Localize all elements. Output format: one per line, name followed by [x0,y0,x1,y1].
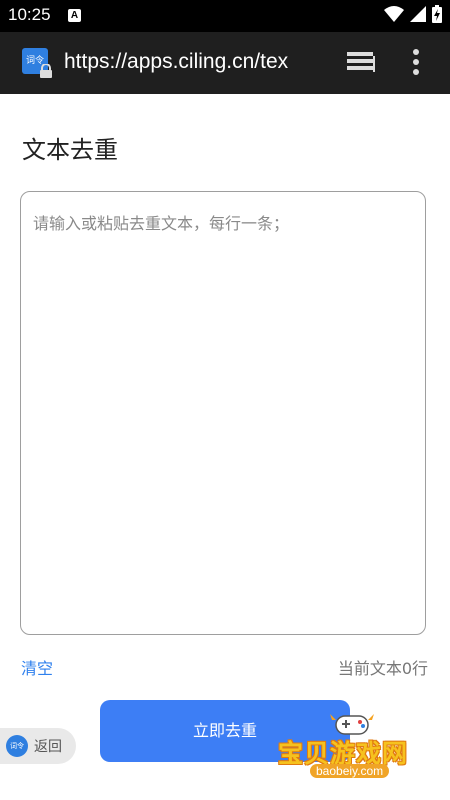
browser-toolbar: 词令 https://apps.ciling.cn/tex [0,32,450,94]
dedupe-text-input[interactable]: 请输入或粘贴去重文本，每行一条； [20,191,426,635]
line-count-text: 当前文本0行 [337,659,428,678]
textarea-placeholder: 请输入或粘贴去重文本，每行一条； [33,214,290,233]
page-title: 文本去重 [22,136,118,164]
clear-button[interactable]: 清空 [21,655,53,679]
floating-back-button[interactable]: 词令 返回 [0,728,76,764]
cellular-signal-icon [410,6,426,22]
status-bar: 10:25 A [0,0,450,32]
tabs-icon[interactable] [345,50,377,74]
status-time: 10:25 [8,5,51,24]
notification-a-icon: A [68,9,81,22]
watermark-url: baobeiy.com [310,764,390,778]
watermark: 宝贝游戏网 baobeiy.com [272,708,442,790]
back-logo-icon: 词令 [6,735,28,757]
more-options-icon[interactable] [412,48,420,76]
back-label: 返回 [34,739,62,755]
wifi-icon [384,6,404,22]
lock-icon [40,64,52,78]
status-icons [384,5,442,23]
battery-charging-icon [432,5,442,23]
url-bar[interactable]: https://apps.ciling.cn/tex [64,50,320,76]
